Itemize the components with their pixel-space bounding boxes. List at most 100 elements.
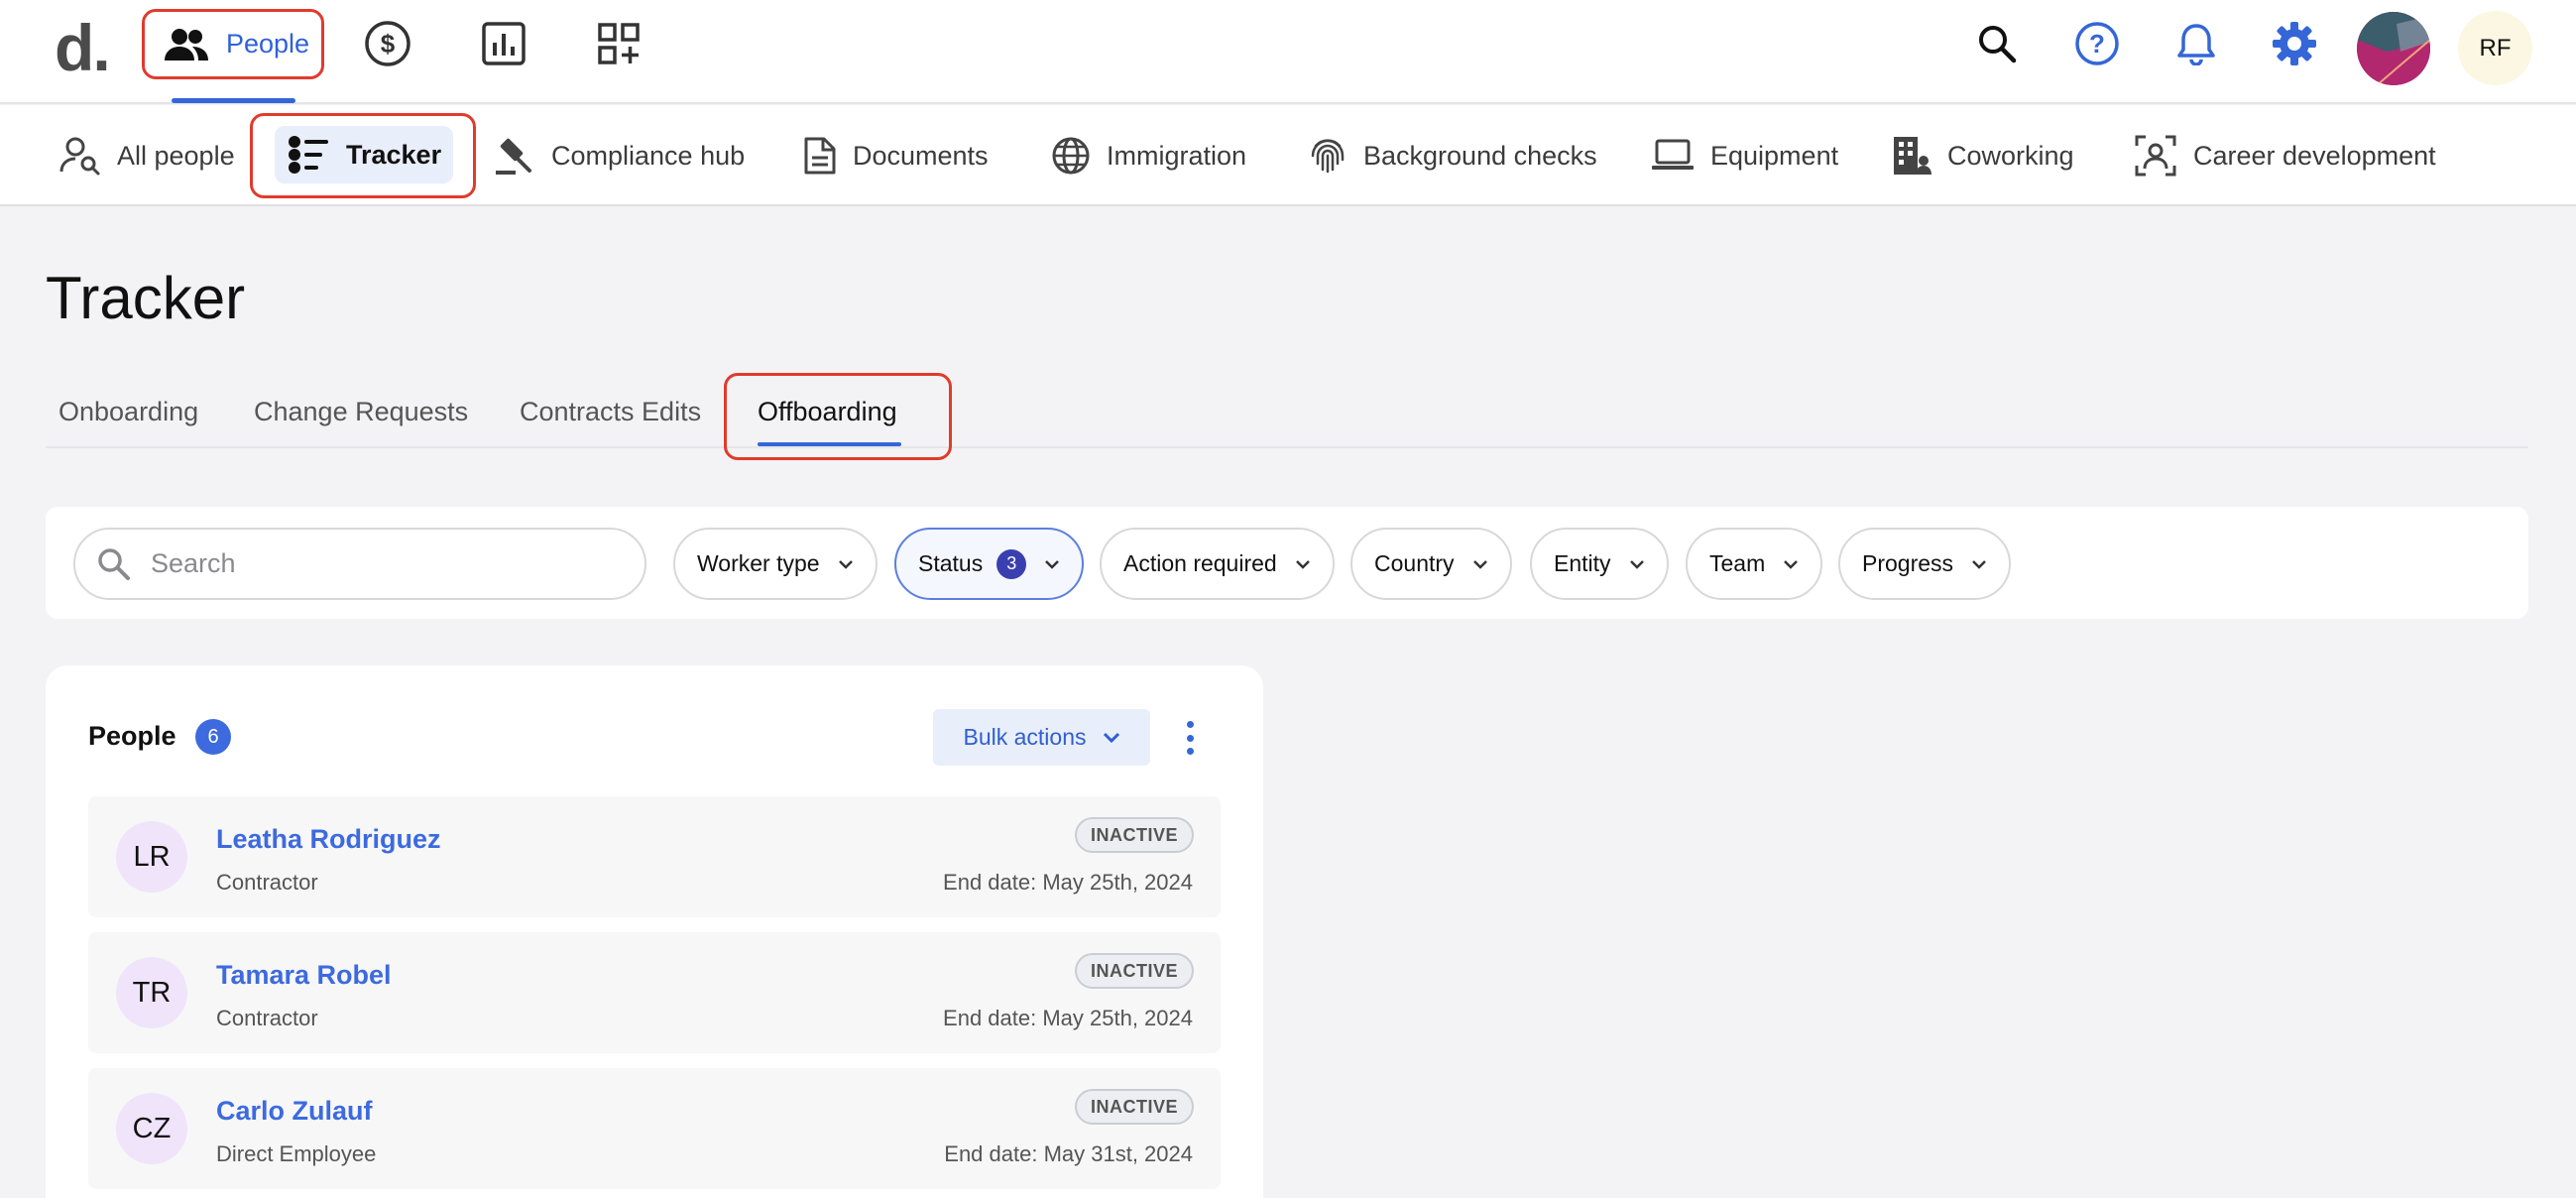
user-avatar-initials[interactable]: RF <box>2458 11 2532 85</box>
settings-button[interactable] <box>2269 18 2320 69</box>
bulk-actions-button[interactable]: Bulk actions <box>933 709 1150 766</box>
dollar-icon: $ <box>365 21 410 66</box>
filter-label: Country <box>1374 550 1455 576</box>
subnav-item-documents[interactable]: Documents <box>803 105 989 206</box>
help-button[interactable]: ? <box>2071 18 2123 69</box>
avatar: TR <box>116 957 187 1028</box>
more-options-icon[interactable] <box>1176 717 1204 759</box>
help-icon: ? <box>2075 22 2119 65</box>
tab-onboarding[interactable]: Onboarding <box>59 397 198 427</box>
notifications-button[interactable] <box>2170 18 2222 69</box>
nav-payments-button[interactable]: $ <box>364 20 411 67</box>
chevron-down-icon <box>1972 559 1986 569</box>
people-count-badge: 6 <box>195 719 231 755</box>
filter-progress[interactable]: Progress <box>1838 528 2012 600</box>
person-name-link[interactable]: Leatha Rodriguez <box>216 824 441 855</box>
status-badge: INACTIVE <box>1074 953 1194 989</box>
tab-contracts-edits[interactable]: Contracts Edits <box>520 397 701 427</box>
person-name-link[interactable]: Carlo Zulauf <box>216 1096 373 1127</box>
filter-label: Entity <box>1554 550 1611 576</box>
tracker-icon <box>289 136 328 174</box>
nav-people-label: People <box>226 29 310 59</box>
search-box[interactable] <box>73 528 646 600</box>
list-item[interactable]: LR Leatha Rodriguez Contractor INACTIVE … <box>88 796 1221 917</box>
nav-apps-button[interactable] <box>595 20 643 67</box>
subnav-label-career-development: Career development <box>2193 140 2436 171</box>
filter-label: Progress <box>1862 550 1954 576</box>
subnav-label-compliance-hub: Compliance hub <box>551 140 746 171</box>
chevron-down-icon <box>838 559 853 569</box>
document-icon <box>804 137 836 175</box>
tab-change-requests[interactable]: Change Requests <box>254 397 468 427</box>
offboarding-highlight <box>724 373 952 460</box>
gavel-icon <box>496 138 531 175</box>
user-avatar-photo[interactable] <box>2357 12 2430 85</box>
filter-count-badge: 3 <box>996 548 1027 579</box>
subnav-label-equipment: Equipment <box>1710 140 1839 171</box>
subnav-label-documents: Documents <box>853 140 989 171</box>
fingerprint-icon <box>1311 139 1345 174</box>
subnav-label-background-checks: Background checks <box>1363 140 1597 171</box>
top-bar: d. People $ ? RF <box>0 0 2576 104</box>
laptop-icon <box>1652 139 1694 170</box>
person-role: Contractor <box>216 1006 318 1030</box>
subnav-label-all-people: All people <box>117 140 235 171</box>
subnav-label-tracker: Tracker <box>346 139 442 170</box>
person-role: Direct Employee <box>216 1141 377 1166</box>
user-search-icon <box>59 137 100 176</box>
people-card: People 6 Bulk actions LR Leatha Rodrigue… <box>46 665 1263 1198</box>
person-role: Contractor <box>216 870 318 895</box>
filter-action-required[interactable]: Action required <box>1100 528 1335 600</box>
status-badge: INACTIVE <box>1074 817 1194 853</box>
subnav-item-immigration[interactable]: Immigration <box>1051 105 1246 206</box>
subnav-item-career-development[interactable]: Career development <box>2134 105 2436 206</box>
avatar-image <box>2357 12 2430 85</box>
apps-icon <box>598 23 640 64</box>
subnav-item-background-checks[interactable]: Background checks <box>1308 105 1597 206</box>
bell-icon <box>2177 24 2215 65</box>
list-item[interactable]: CZ Carlo Zulauf Direct Employee INACTIVE… <box>88 1068 1221 1189</box>
search-input[interactable] <box>151 548 567 579</box>
nav-people-button[interactable]: People <box>142 9 324 79</box>
search-icon <box>1979 26 2017 63</box>
chevron-down-icon <box>1784 559 1799 569</box>
list-item[interactable]: TR Tamara Robel Contractor INACTIVE End … <box>88 932 1221 1053</box>
career-icon <box>2135 135 2176 177</box>
reports-icon <box>482 22 526 65</box>
filter-bar: Worker type Status 3 Action required Cou… <box>46 507 2528 619</box>
page-title: Tracker <box>46 265 246 331</box>
building-icon <box>1894 137 1932 175</box>
filter-label: Status <box>918 550 984 576</box>
filter-status[interactable]: Status 3 <box>894 528 1085 600</box>
people-card-title: People <box>88 721 176 751</box>
chevron-down-icon <box>1103 732 1119 743</box>
globe-icon <box>1052 137 1090 175</box>
filter-country[interactable]: Country <box>1350 528 1512 600</box>
subnav-item-compliance-hub[interactable]: Compliance hub <box>494 105 745 206</box>
svg-text:$: $ <box>381 29 396 59</box>
subnav-item-coworking[interactable]: Coworking <box>1892 105 2074 206</box>
nav-reports-button[interactable] <box>480 20 527 67</box>
tracker-tabs: Onboarding Change Requests Contracts Edi… <box>46 375 2528 448</box>
logo[interactable]: d. <box>55 10 111 85</box>
subnav-label-coworking: Coworking <box>1947 140 2074 171</box>
avatar: CZ <box>116 1093 187 1164</box>
people-icon <box>165 28 208 60</box>
subnav-label-immigration: Immigration <box>1107 140 1247 171</box>
chevron-down-icon <box>1629 559 1644 569</box>
filter-label: Worker type <box>697 550 820 576</box>
end-date: End date: May 31st, 2024 <box>944 1141 1193 1166</box>
person-name-link[interactable]: Tamara Robel <box>216 960 392 991</box>
gear-icon <box>2273 22 2316 65</box>
chevron-down-icon <box>1295 559 1310 569</box>
chevron-down-icon <box>1472 559 1487 569</box>
subnav-item-all-people[interactable]: All people <box>59 105 235 206</box>
subnav-item-tracker[interactable]: Tracker <box>275 126 453 183</box>
filter-team[interactable]: Team <box>1686 528 1823 600</box>
filter-worker-type[interactable]: Worker type <box>673 528 878 600</box>
filter-entity[interactable]: Entity <box>1530 528 1669 600</box>
status-badge: INACTIVE <box>1074 1089 1194 1125</box>
end-date: End date: May 25th, 2024 <box>943 870 1193 895</box>
subnav-item-equipment[interactable]: Equipment <box>1651 105 1838 206</box>
global-search-button[interactable] <box>1971 18 2023 69</box>
